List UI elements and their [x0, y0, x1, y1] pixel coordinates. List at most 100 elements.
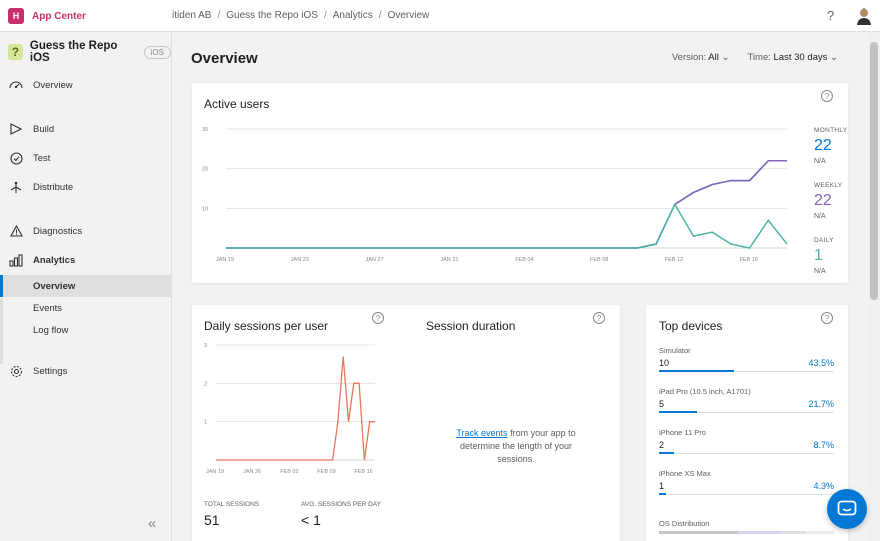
device-name: Simulator [659, 346, 691, 355]
device-bar [659, 493, 834, 495]
help-icon[interactable]: ? [827, 8, 834, 23]
monthly-change: N/A [814, 158, 826, 165]
help-circle-icon[interactable]: ? [821, 90, 833, 102]
x-tick-label: FEB 12 [665, 257, 683, 263]
daily-label: DAILY [814, 237, 834, 244]
chevron-down-icon: ⌄ [721, 52, 730, 63]
app-header[interactable]: ? Guess the Repo iOS iOS [8, 40, 171, 64]
x-tick-label: JAN 19 [216, 257, 234, 263]
daily-value: 1 [814, 247, 823, 264]
device-item: iPhone 11 Pro 2 8.7% [659, 428, 834, 454]
avg-sessions-value: < 1 [301, 512, 321, 528]
active-users-chart: 10 20 30 JAN 19 JAN 23 JAN 27 JAN 31 FEB 04 FEB … [202, 127, 788, 263]
sidebar-item-diagnostics[interactable]: Diagnostics [0, 220, 171, 242]
sidebar-item-distribute[interactable]: Distribute [0, 176, 171, 198]
version-filter[interactable]: Version: All ⌄ [672, 52, 730, 63]
sidebar-item-label: Test [33, 152, 51, 164]
breadcrumb-section[interactable]: Analytics [333, 10, 373, 21]
brand-name: App Center [32, 10, 86, 22]
subnav-item-events[interactable]: Events [0, 297, 171, 319]
card-title: Top devices [659, 319, 723, 333]
sidebar-item-test[interactable]: Test [0, 147, 171, 169]
chat-button[interactable] [827, 489, 867, 529]
page-scrollbar[interactable] [868, 32, 880, 541]
subnav-item-overview[interactable]: Overview [0, 275, 171, 297]
monthly-value: 22 [814, 137, 832, 154]
weekly-change: N/A [814, 213, 826, 220]
help-circle-icon[interactable]: ? [593, 312, 605, 324]
track-events-link[interactable]: Track events [456, 428, 507, 438]
sidebar-item-label: Diagnostics [33, 225, 83, 237]
test-icon [8, 151, 24, 165]
device-item: iPhone XS Max 1 4.3% [659, 469, 834, 495]
breadcrumb-app[interactable]: Guess the Repo iOS [226, 10, 318, 21]
page-title: Overview [191, 50, 258, 67]
os-distribution: OS Distribution [659, 519, 834, 528]
device-bar-fill [659, 411, 697, 413]
top-bar: H App Center itiden AB / Guess the Repo iO… [0, 0, 880, 32]
monthly-label: MONTHLY [814, 127, 848, 134]
distribute-icon [8, 181, 24, 194]
y-tick-label: 30 [202, 127, 208, 133]
total-sessions-value: 51 [204, 512, 220, 528]
sidebar-item-label: Build [33, 123, 55, 135]
breadcrumb-org[interactable]: itiden AB [172, 10, 211, 21]
weekly-label: WEEKLY [814, 182, 843, 189]
y-tick-label: 3 [204, 343, 207, 349]
chevron-down-icon: ⌄ [830, 52, 838, 63]
chat-icon [837, 500, 857, 516]
device-count: 5 [659, 399, 665, 409]
os-badge: iOS [143, 45, 171, 59]
x-tick-label: JAN 26 [243, 469, 261, 475]
sidebar-item-analytics[interactable]: Analytics [0, 249, 171, 271]
sidebar-item-settings[interactable]: Settings [0, 360, 171, 382]
os-distribution-label: OS Distribution [659, 519, 710, 528]
sidebar-item-label: Distribute [33, 181, 74, 193]
sessions-card: Daily sessions per user ? 1 2 3 JAN 19 JAN 2… [192, 305, 620, 541]
active-users-card: Active users ? 10 20 30 JAN 19 JAN 23 JAN 27 J… [192, 83, 848, 283]
x-tick-label: FEB 08 [590, 257, 608, 263]
time-filter[interactable]: Time: Last 30 days ⌄ [747, 52, 838, 63]
session-duration-empty-state: Track events from your app to determine … [446, 427, 586, 466]
device-count: 10 [659, 358, 670, 368]
x-tick-label: FEB 09 [317, 469, 335, 475]
sidebar-item-label: Analytics [33, 254, 76, 266]
app-icon: ? [8, 44, 23, 60]
card-title: Daily sessions per user [204, 319, 329, 333]
series-line-daily [226, 202, 788, 249]
y-tick-label: 20 [202, 167, 208, 173]
device-percent: 43.5% [808, 358, 834, 368]
card-title: Active users [204, 97, 270, 111]
overview-icon [8, 79, 24, 91]
build-icon [8, 123, 24, 135]
brand[interactable]: H App Center [8, 8, 86, 24]
device-item: Simulator 10 43.5% [659, 346, 834, 372]
subnav-item-log-flow[interactable]: Log flow [0, 319, 171, 341]
avg-sessions-label: AVG. SESSIONS PER DAY [301, 501, 381, 508]
device-name: iPhone 11 Pro [659, 428, 706, 437]
weekly-value: 22 [814, 192, 832, 209]
daily-change: N/A [814, 268, 826, 275]
x-tick-label: JAN 23 [291, 257, 309, 263]
help-circle-icon[interactable]: ? [821, 312, 833, 324]
device-count: 2 [659, 440, 665, 450]
x-tick-label: FEB 04 [515, 257, 533, 263]
scroll-thumb[interactable] [870, 42, 878, 300]
filters: Version: All ⌄ Time: Last 30 days ⌄ [672, 52, 838, 63]
help-circle-icon[interactable]: ? [372, 312, 384, 324]
x-tick-label: FEB 02 [280, 469, 298, 475]
breadcrumb-page: Overview [387, 10, 430, 21]
breadcrumb: itiden AB / Guess the Repo iOS / Analytics / O… [172, 10, 430, 21]
sidebar-item-label: Overview [33, 79, 73, 91]
device-bar [659, 411, 834, 413]
avatar[interactable] [856, 7, 872, 25]
os-distribution-bar [659, 531, 834, 534]
collapse-sidebar-icon[interactable]: « [148, 515, 156, 532]
device-bar-fill [659, 493, 667, 495]
device-bar-fill [659, 370, 735, 372]
y-tick-label: 10 [202, 206, 208, 212]
sidebar-item-build[interactable]: Build [0, 118, 171, 140]
device-item: iPad Pro (10.5 inch, A1701) 5 21.7% [659, 387, 834, 413]
top-devices-card: Top devices ? Simulator 10 43.5% iPad Pro (… [646, 305, 848, 541]
sidebar-item-overview[interactable]: Overview [0, 74, 171, 96]
